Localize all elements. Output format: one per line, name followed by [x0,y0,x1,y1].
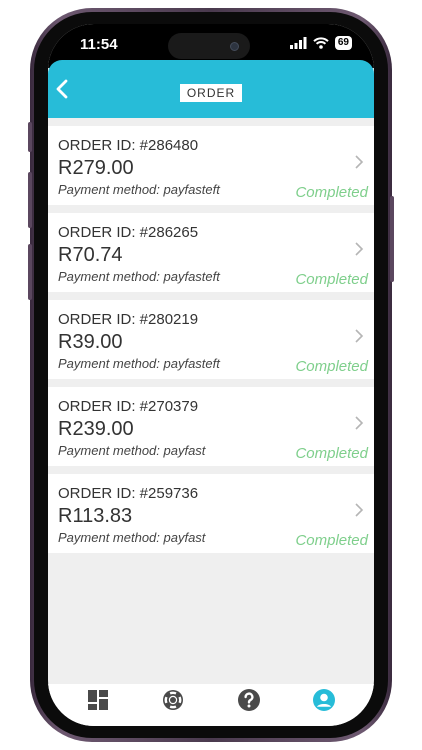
order-status: Completed [295,358,368,375]
order-list: ORDER ID: #286480 R279.00 Payment method… [48,126,374,561]
account-icon [313,689,336,711]
tab-support[interactable] [159,686,187,714]
screen: 11:54 69 ORDER ORDER ID: #286480 R279.00… [48,24,374,726]
tab-help[interactable] [235,686,263,714]
order-amount: R239.00 [58,418,134,440]
status-icons: 69 [289,36,352,50]
chevron-right-icon [355,242,364,256]
order-amount: R279.00 [58,157,134,179]
bottom-tab-bar [48,684,374,726]
battery-icon: 69 [334,36,352,50]
status-time: 11:54 [80,36,118,53]
order-item[interactable]: ORDER ID: #280219 R39.00 Payment method:… [48,300,374,379]
tab-dashboard[interactable] [84,686,112,714]
chevron-right-icon [355,416,364,430]
order-id: ORDER ID: #280219 [58,311,199,328]
dynamic-island [168,33,250,59]
page-title: ORDER [180,84,242,102]
help-icon [237,689,260,711]
payment-method: Payment method: payfast [58,530,206,545]
tab-account[interactable] [310,686,338,714]
order-item[interactable]: ORDER ID: #270379 R239.00 Payment method… [48,387,374,466]
order-amount: R113.83 [58,505,133,527]
order-amount: R39.00 [58,331,123,353]
order-id: ORDER ID: #259736 [58,485,199,502]
order-id: ORDER ID: #270379 [58,398,199,415]
order-status: Completed [295,532,368,549]
chevron-right-icon [355,155,364,169]
volume-up-button [28,172,32,228]
volume-down-button [28,244,32,300]
chevron-right-icon [355,503,364,517]
dashboard-icon [87,690,108,710]
app-header: ORDER [48,60,374,118]
order-id: ORDER ID: #286480 [58,137,199,154]
mute-switch [28,122,32,152]
wifi-icon [313,37,329,49]
order-amount: R70.74 [58,244,123,266]
support-lifebuoy-icon [163,690,184,710]
back-arrow-icon[interactable] [52,76,74,102]
signal-icon [289,37,307,49]
payment-method: Payment method: payfasteft [58,182,220,197]
order-status: Completed [295,271,368,288]
order-status: Completed [295,445,368,462]
payment-method: Payment method: payfasteft [58,269,220,284]
order-id: ORDER ID: #286265 [58,224,199,241]
chevron-right-icon [355,329,364,343]
order-item[interactable]: ORDER ID: #286480 R279.00 Payment method… [48,126,374,205]
power-button [390,196,394,282]
order-status: Completed [295,184,368,201]
payment-method: Payment method: payfasteft [58,356,220,371]
camera-icon [230,42,239,51]
payment-method: Payment method: payfast [58,443,206,458]
order-item[interactable]: ORDER ID: #259736 R113.83 Payment method… [48,474,374,553]
order-item[interactable]: ORDER ID: #286265 R70.74 Payment method:… [48,213,374,292]
